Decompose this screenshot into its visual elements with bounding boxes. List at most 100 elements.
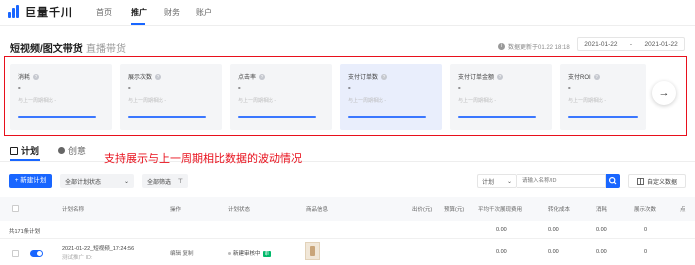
totals-label: 共171条计划 — [9, 229, 41, 235]
help-icon[interactable]: ? — [155, 73, 162, 80]
plan-icon — [10, 146, 18, 155]
column-header[interactable]: 计划状态 — [228, 205, 250, 213]
totals-cell: 0 — [644, 227, 648, 233]
plan-status-value: 全部计划状态 — [65, 179, 102, 186]
metric-trend-line — [568, 116, 638, 118]
product-thumbnail[interactable] — [305, 242, 320, 260]
row-cell: 0.00 — [548, 249, 559, 255]
help-icon[interactable]: ? — [497, 73, 504, 80]
date-range-picker[interactable]: 2021-01-22 - 2021-01-22 — [577, 37, 685, 51]
search-type-select[interactable]: 计划 ⌄ — [477, 174, 517, 188]
metric-title: 支付订单数 — [348, 75, 379, 81]
column-header[interactable]: 出价(元) — [412, 205, 432, 213]
plan-name[interactable]: 2021-01-22_短视频_17:24:56 — [62, 244, 134, 252]
totals-cell: 0.00 — [596, 227, 607, 233]
column-header: 操作 — [170, 207, 182, 213]
column-header[interactable]: 转化成本 — [548, 205, 570, 213]
metric-trend-line — [458, 116, 536, 118]
table-header: 计划名称 操作 计划状态 商品信息 出价(元) 预算(元) 平均千次展现费用 转… — [0, 197, 695, 221]
annotation-text: 支持展示与上一周期相比数据的波动情况 — [104, 153, 302, 165]
metrics-next-arrow-icon[interactable]: → — [652, 81, 676, 105]
plan-sub: 测试推广 ID: — [62, 255, 93, 261]
metric-title: 消耗 — [18, 75, 31, 81]
logo[interactable]: 巨量千川 — [8, 4, 73, 20]
metric-compare: 与上一周期相比 - — [18, 98, 57, 104]
data-updated: i 数据更新于01.22 18:18 — [498, 42, 570, 51]
metric-compare: 与上一周期相比 - — [238, 98, 277, 104]
bulb-icon — [58, 147, 65, 154]
metric-value: - — [18, 83, 21, 92]
totals-cell: 0.00 — [548, 227, 559, 233]
totals-cell: 0.00 — [496, 227, 507, 233]
column-header: 商品信息 — [306, 207, 329, 213]
metric-card-roi[interactable]: 支付ROI? - 与上一周期相比 - — [560, 64, 646, 130]
column-header[interactable]: 计划名称 — [62, 205, 84, 213]
row-checkbox[interactable] — [12, 250, 19, 257]
row-cell: 0.00 — [496, 249, 507, 255]
metric-card-order-amount[interactable]: 支付订单金额? - 与上一周期相比 - — [450, 64, 552, 130]
tab-creative-label: 创意 — [68, 146, 87, 156]
metric-value: - — [128, 83, 131, 92]
metric-compare: 与上一周期相比 - — [348, 98, 387, 104]
info-icon: i — [498, 43, 505, 50]
help-icon[interactable]: ? — [33, 73, 40, 80]
tab-plan-label: 计划 — [21, 146, 40, 156]
columns-icon — [637, 177, 644, 185]
plan-status-select[interactable]: 全部计划状态 ⌄ — [60, 174, 134, 188]
nav-item-promotion[interactable]: 推广 — [131, 7, 147, 18]
help-icon[interactable]: ? — [381, 73, 388, 80]
metric-card-impressions[interactable]: 展示次数? - 与上一周期相比 - — [120, 64, 222, 130]
tab-live[interactable]: 直播带货 — [86, 40, 126, 55]
metric-value: - — [458, 83, 461, 92]
logo-text: 巨量千川 — [25, 7, 73, 19]
logo-icon — [8, 5, 22, 19]
nav-item-account[interactable]: 账户 — [196, 7, 212, 18]
metric-trend-line — [348, 116, 426, 118]
column-header[interactable]: 平均千次展现费用 — [478, 205, 522, 213]
filter-label: 全部筛选 — [147, 179, 172, 186]
metric-trend-line — [238, 116, 316, 118]
custom-columns-button[interactable]: 自定义数据 — [628, 174, 686, 188]
metric-value: - — [348, 83, 351, 92]
metric-card-ctr[interactable]: 点击率? - 与上一周期相比 - — [230, 64, 332, 130]
help-icon[interactable]: ? — [259, 73, 266, 80]
new-plan-button[interactable]: + 新建计划 — [9, 174, 52, 188]
tab-creative[interactable]: 创意 — [58, 144, 86, 157]
select-all-checkbox[interactable] — [12, 205, 19, 212]
metric-card-cost[interactable]: 消耗? - 与上一周期相比 - — [10, 64, 112, 130]
filter-icon: ⊤ — [177, 178, 183, 185]
nav-item-home[interactable]: 首页 — [96, 7, 112, 18]
custom-columns-label: 自定义数据 — [646, 179, 677, 186]
metric-compare: 与上一周期相比 - — [128, 98, 167, 104]
search-type-value: 计划 — [482, 179, 495, 186]
column-header[interactable]: 展示次数 — [634, 205, 656, 213]
metric-card-orders[interactable]: 支付订单数? - 与上一周期相比 - — [340, 64, 442, 130]
metric-title: 支付订单金额 — [458, 75, 495, 81]
status-dot-icon — [228, 252, 231, 256]
nav-active-indicator — [131, 23, 145, 25]
search-input[interactable] — [517, 174, 606, 188]
nav-item-finance[interactable]: 财务 — [164, 7, 180, 18]
totals-row: 共171条计划 0.00 0.00 0.00 0 — [0, 221, 695, 239]
data-updated-text: 数据更新于01.22 18:18 — [508, 45, 570, 51]
page: 巨量千川 首页 推广 财务 账户 短视频/图文带货 直播带货 i 数据更新于01… — [0, 0, 695, 265]
plan-status-text: 新建审核中 — [233, 251, 261, 257]
help-icon[interactable]: ? — [593, 73, 600, 80]
column-header[interactable]: 点 — [680, 205, 686, 213]
row-cell: 0 — [644, 249, 648, 255]
column-header[interactable]: 预算(元) — [444, 205, 464, 213]
search-icon — [608, 176, 617, 185]
metric-title: 支付ROI — [568, 75, 591, 81]
row-actions[interactable]: 编辑 复制 — [170, 249, 194, 257]
search-button[interactable] — [606, 174, 620, 188]
table-row[interactable]: 2021-01-22_短视频_17:24:56 测试推广 ID: 编辑 复制 新… — [0, 239, 695, 265]
column-header[interactable]: 消耗 — [596, 205, 607, 213]
chevron-down-icon: ⌄ — [506, 178, 512, 185]
date-separator: - — [629, 40, 633, 48]
tab-plan[interactable]: 计划 — [10, 144, 39, 157]
plan-toggle-switch[interactable] — [30, 250, 43, 257]
filter-button[interactable]: 全部筛选 ⊤ — [142, 174, 188, 188]
tab-short-video[interactable]: 短视频/图文带货 — [10, 40, 83, 55]
row-cell: 0.00 — [596, 249, 607, 255]
metric-title: 展示次数 — [128, 75, 153, 81]
